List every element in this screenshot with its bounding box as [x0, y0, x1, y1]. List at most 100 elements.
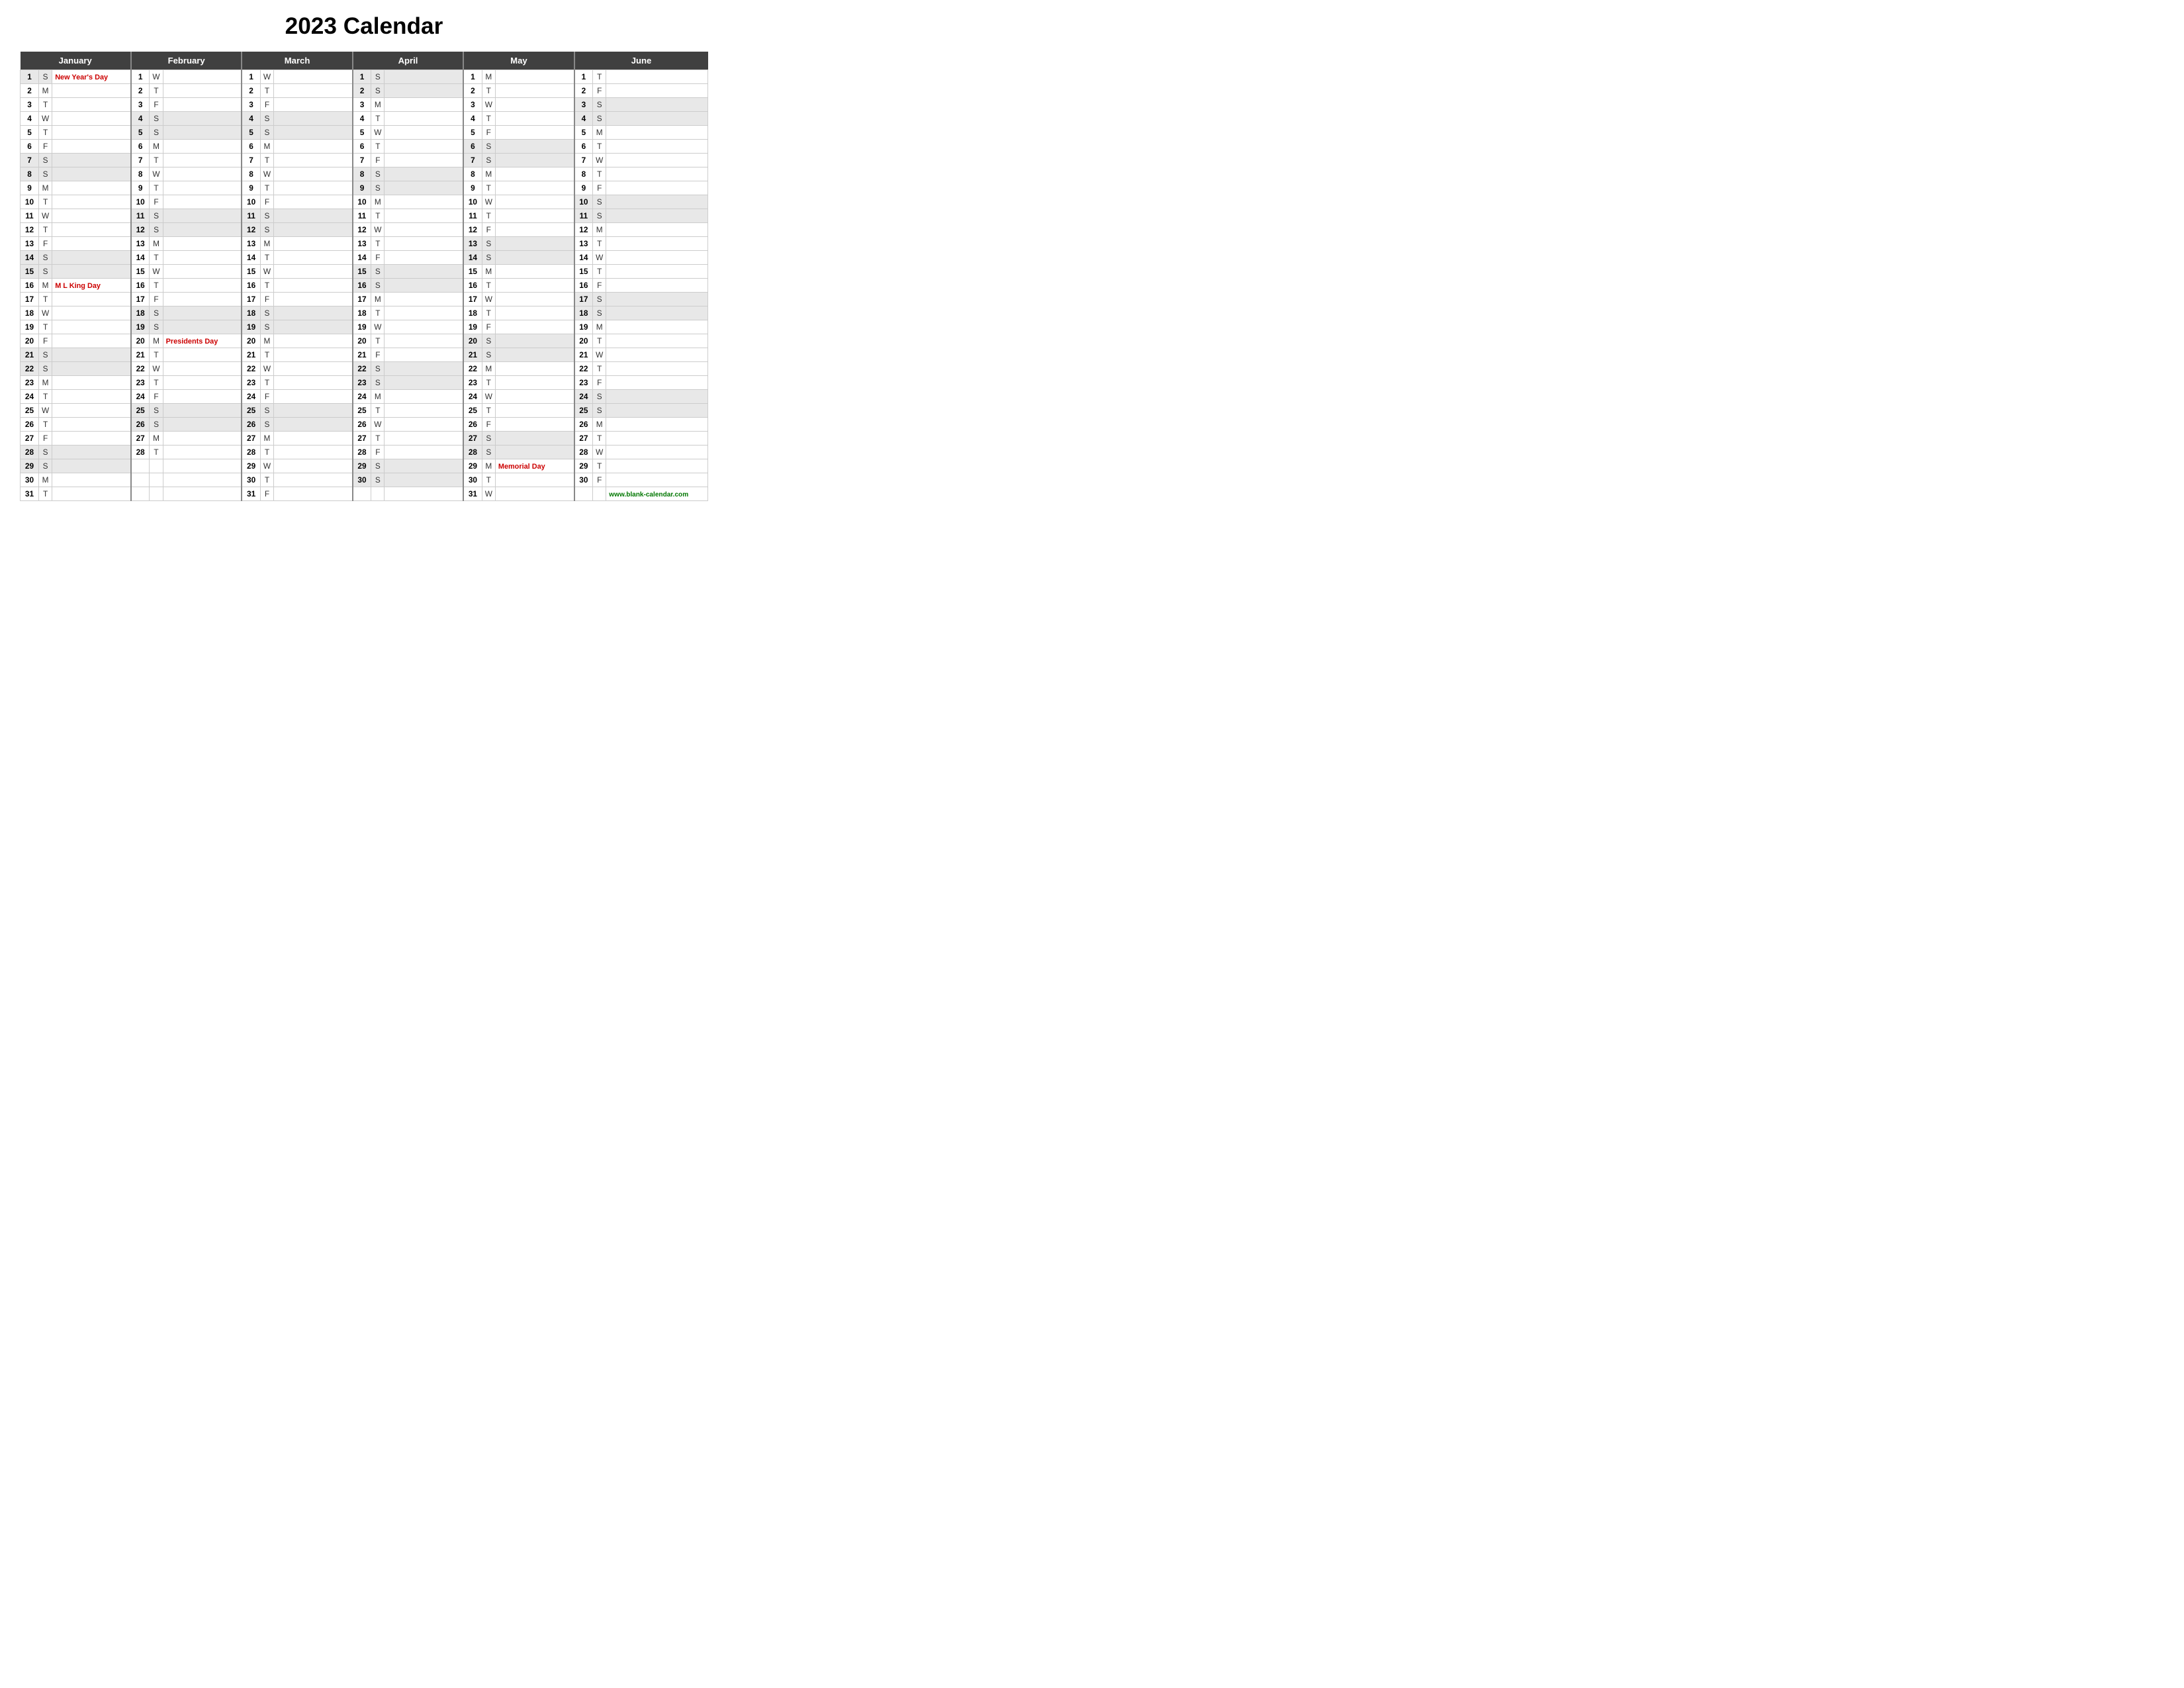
day-jun-6: 6: [574, 140, 593, 154]
dow-may-28: S: [482, 445, 495, 459]
day-feb-4: 4: [131, 112, 150, 126]
event-apr-22: [385, 362, 463, 376]
day-may-22: 22: [463, 362, 482, 376]
dow-mar-20: M: [260, 334, 273, 348]
dow-feb-7: T: [150, 154, 163, 167]
event-jun-26: [606, 418, 708, 432]
event-jan-15: [52, 265, 131, 279]
event-jan-28: [52, 445, 131, 459]
day-apr-7: 7: [353, 154, 371, 167]
event-jan-14: [52, 251, 131, 265]
event-may-9: [495, 181, 574, 195]
dow-jun-8: T: [593, 167, 606, 181]
day-mar-26: 26: [242, 418, 260, 432]
dow-may-19: F: [482, 320, 495, 334]
event-may-4: [495, 112, 574, 126]
event-jan-10: [52, 195, 131, 209]
event-mar-1: [274, 70, 353, 84]
event-may-15: [495, 265, 574, 279]
dow-feb-11: S: [150, 209, 163, 223]
event-may-12: [495, 223, 574, 237]
day-jun-30: 30: [574, 473, 593, 487]
day-jun-20: 20: [574, 334, 593, 348]
event-jan-2: [52, 84, 131, 98]
day-jun-27: 27: [574, 432, 593, 445]
dow-apr-28: F: [371, 445, 385, 459]
dow-feb-31: [150, 487, 163, 501]
dow-mar-17: F: [260, 293, 273, 306]
event-jan-24: [52, 390, 131, 404]
event-jun-30: [606, 473, 708, 487]
event-apr-8: [385, 167, 463, 181]
dow-jan-30: M: [39, 473, 52, 487]
dow-feb-29: [150, 459, 163, 473]
event-feb-27: [163, 432, 242, 445]
dow-may-24: W: [482, 390, 495, 404]
event-apr-24: [385, 390, 463, 404]
day-jan-12: 12: [21, 223, 39, 237]
day-may-5: 5: [463, 126, 482, 140]
day-may-1: 1: [463, 70, 482, 84]
dow-feb-13: M: [150, 237, 163, 251]
day-feb-31: [131, 487, 150, 501]
event-apr-27: [385, 432, 463, 445]
dow-jun-17: S: [593, 293, 606, 306]
day-apr-19: 19: [353, 320, 371, 334]
dow-feb-21: T: [150, 348, 163, 362]
day-jun-22: 22: [574, 362, 593, 376]
day-may-20: 20: [463, 334, 482, 348]
event-jan-25: [52, 404, 131, 418]
event-may-30: [495, 473, 574, 487]
event-jan-4: [52, 112, 131, 126]
day-jan-19: 19: [21, 320, 39, 334]
day-jun-8: 8: [574, 167, 593, 181]
day-apr-27: 27: [353, 432, 371, 445]
dow-mar-22: W: [260, 362, 273, 376]
event-mar-23: [274, 376, 353, 390]
event-jun-16: [606, 279, 708, 293]
dow-mar-10: F: [260, 195, 273, 209]
event-apr-10: [385, 195, 463, 209]
event-apr-3: [385, 98, 463, 112]
event-jan-17: [52, 293, 131, 306]
dow-feb-15: W: [150, 265, 163, 279]
day-jun-14: 14: [574, 251, 593, 265]
event-may-23: [495, 376, 574, 390]
dow-mar-4: S: [260, 112, 273, 126]
event-feb-28: [163, 445, 242, 459]
dow-jan-20: F: [39, 334, 52, 348]
dow-feb-5: S: [150, 126, 163, 140]
day-apr-8: 8: [353, 167, 371, 181]
event-apr-5: [385, 126, 463, 140]
dow-feb-20: M: [150, 334, 163, 348]
dow-apr-1: S: [371, 70, 385, 84]
event-may-8: [495, 167, 574, 181]
dow-feb-27: M: [150, 432, 163, 445]
event-mar-11: [274, 209, 353, 223]
event-mar-30: [274, 473, 353, 487]
event-may-6: [495, 140, 574, 154]
event-jun-7: [606, 154, 708, 167]
day-may-18: 18: [463, 306, 482, 320]
dow-jun-20: T: [593, 334, 606, 348]
dow-apr-5: W: [371, 126, 385, 140]
day-feb-20: 20: [131, 334, 150, 348]
event-may-29: Memorial Day: [495, 459, 574, 473]
event-jan-13: [52, 237, 131, 251]
event-apr-14: [385, 251, 463, 265]
event-may-3: [495, 98, 574, 112]
event-feb-17: [163, 293, 242, 306]
dow-mar-5: S: [260, 126, 273, 140]
dow-feb-10: F: [150, 195, 163, 209]
event-jan-6: [52, 140, 131, 154]
event-apr-16: [385, 279, 463, 293]
event-jan-12: [52, 223, 131, 237]
event-jun-18: [606, 306, 708, 320]
dow-apr-2: S: [371, 84, 385, 98]
day-apr-23: 23: [353, 376, 371, 390]
event-may-21: [495, 348, 574, 362]
dow-jun-27: T: [593, 432, 606, 445]
dow-mar-15: W: [260, 265, 273, 279]
header-june: June: [574, 52, 708, 70]
day-mar-11: 11: [242, 209, 260, 223]
